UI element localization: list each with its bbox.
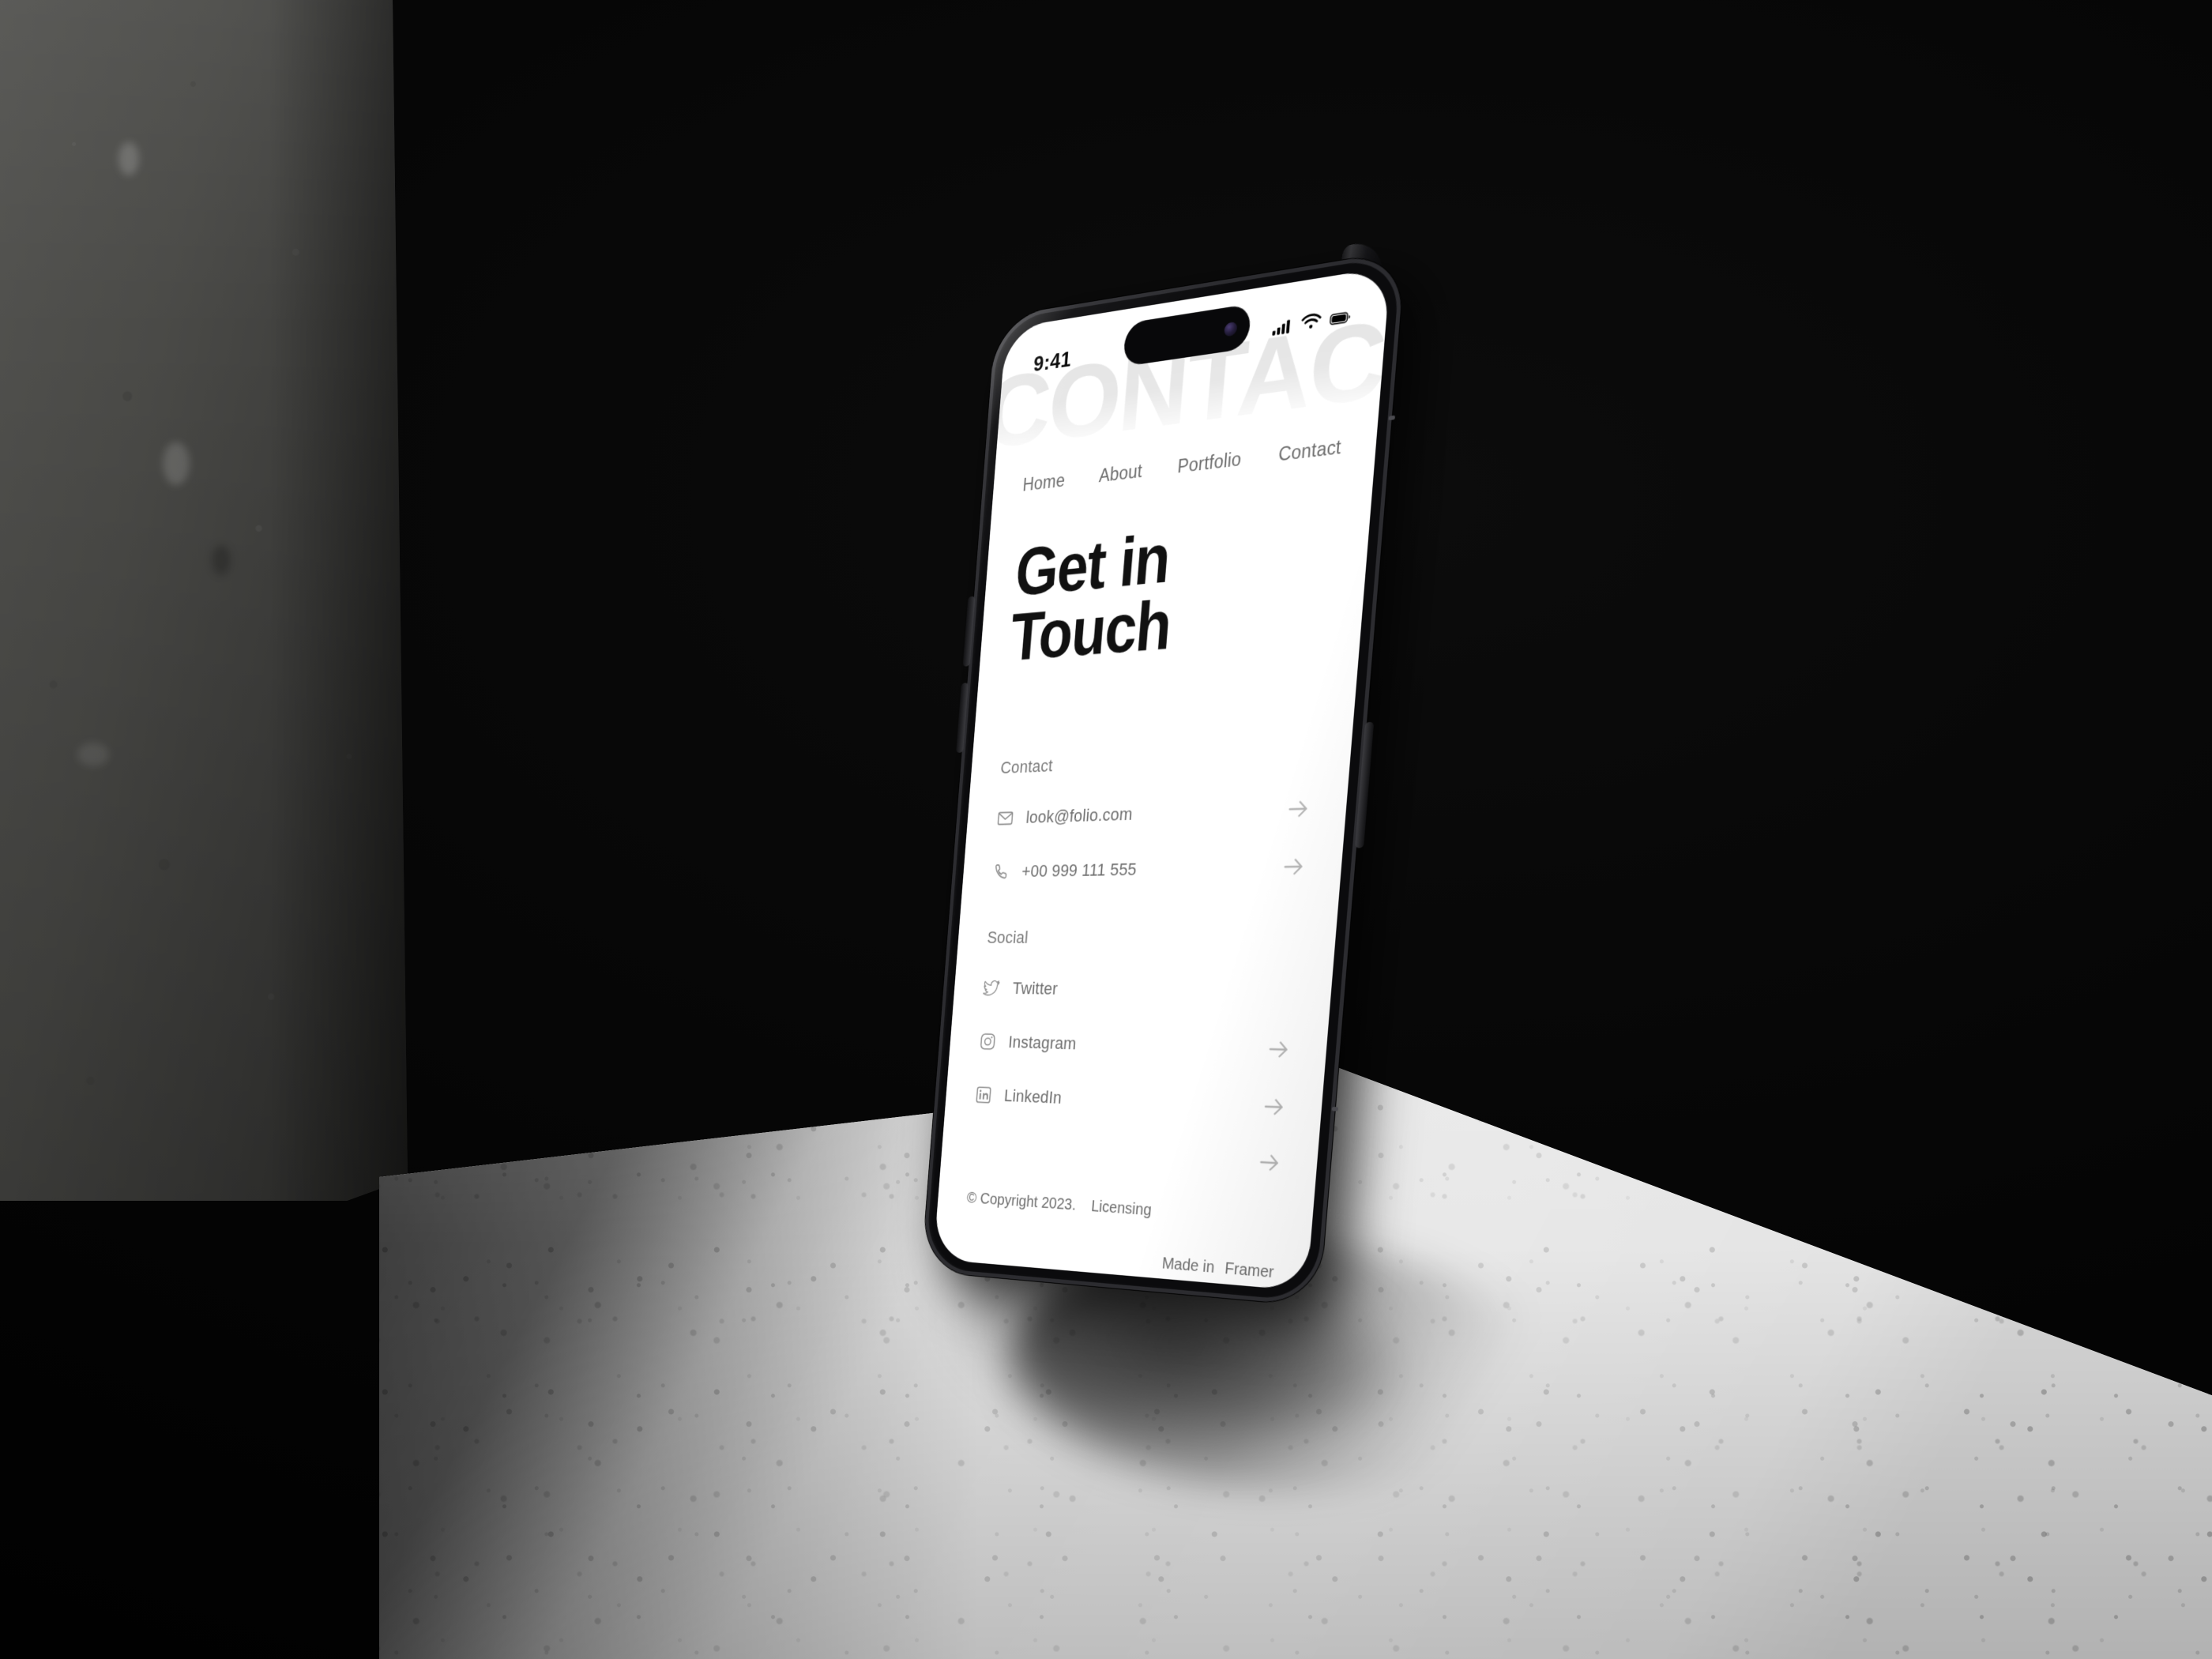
section-label-social: Social — [987, 927, 1302, 948]
social-row-instagram[interactable]: Instagram — [978, 1029, 1293, 1064]
nav-item-portfolio[interactable]: Portfolio — [1177, 448, 1243, 477]
site-nav: Home About Portfolio Contact — [1022, 436, 1342, 496]
arrow-right-icon[interactable] — [1265, 1035, 1293, 1063]
section-label-contact: Contact — [1000, 743, 1318, 777]
battery-icon — [1329, 306, 1351, 330]
social-instagram-label: Instagram — [1007, 1032, 1077, 1054]
envelope-icon — [996, 808, 1015, 829]
social-linkedin-label: LinkedIn — [1003, 1085, 1063, 1108]
social-row-linkedin-left: LinkedIn — [974, 1085, 1063, 1108]
left-concrete-wall — [0, 0, 411, 1201]
contact-email-label: look@folio.com — [1025, 804, 1134, 828]
page-title: Get in Touch — [1008, 510, 1309, 670]
footer-credit-row: Made in Framer — [962, 1239, 1274, 1282]
status-time: 9:41 — [1033, 347, 1072, 377]
phone-icon — [991, 862, 1010, 882]
nav-item-home[interactable]: Home — [1022, 470, 1066, 496]
instagram-icon — [978, 1032, 997, 1052]
twitter-icon — [983, 978, 1002, 998]
footer-licensing-link[interactable]: Licensing — [1090, 1198, 1152, 1220]
social-row-twitter[interactable]: Twitter — [982, 975, 1297, 1006]
social-row-instagram-left: Instagram — [978, 1032, 1077, 1055]
contact-phone-label: +00 999 111 555 — [1021, 860, 1137, 882]
nav-item-contact[interactable]: Contact — [1277, 436, 1342, 466]
contact-row-email[interactable]: look@folio.com — [995, 795, 1313, 832]
status-indicators — [1272, 306, 1351, 339]
social-twitter-label: Twitter — [1012, 978, 1059, 999]
mockup-scene: CONTACT ME 9:41 — [0, 0, 2212, 1659]
social-row-linkedin[interactable]: LinkedIn — [974, 1082, 1288, 1121]
wall-edge-shadow — [269, 0, 411, 1201]
page-content: Home About Portfolio Contact Get in Touc… — [933, 266, 1390, 1291]
arrow-right-icon[interactable] — [1255, 1148, 1284, 1177]
social-row-twitter-left: Twitter — [983, 978, 1059, 999]
footer-platform-link[interactable]: Framer — [1224, 1259, 1274, 1282]
contact-row-phone-left: +00 999 111 555 — [991, 860, 1138, 882]
contact-row-email-left: look@folio.com — [996, 804, 1134, 829]
arrow-right-icon[interactable] — [1260, 1093, 1288, 1122]
wifi-icon — [1300, 310, 1322, 335]
arrow-right-icon[interactable] — [1280, 852, 1308, 881]
contact-row-phone[interactable]: +00 999 111 555 — [991, 852, 1308, 885]
front-camera-lens — [1224, 321, 1237, 337]
nav-item-about[interactable]: About — [1098, 461, 1143, 487]
arrow-right-icon[interactable] — [1285, 795, 1313, 824]
phone-screen: CONTACT ME 9:41 — [933, 266, 1390, 1291]
footer-made-in: Made in — [1161, 1255, 1215, 1277]
antenna-line — [1332, 1107, 1338, 1112]
linkedin-icon — [974, 1085, 993, 1105]
cellular-signal-icon — [1272, 314, 1293, 339]
